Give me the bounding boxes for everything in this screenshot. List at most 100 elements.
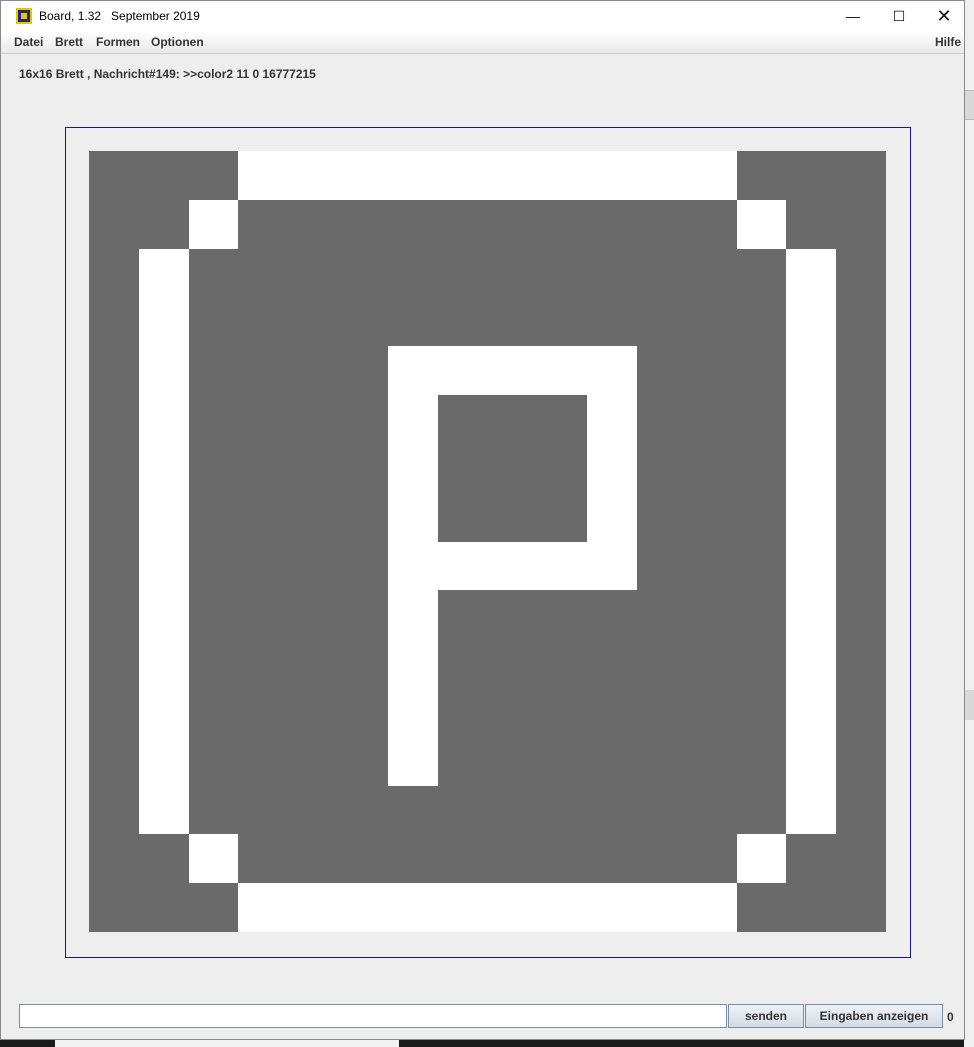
board-cell[interactable]	[587, 834, 637, 884]
board-cell[interactable]	[437, 297, 488, 347]
board-cell[interactable]	[636, 590, 687, 640]
board-cell[interactable]	[338, 883, 388, 932]
board-cell[interactable]	[836, 248, 886, 298]
board-cell[interactable]	[587, 883, 637, 932]
board-cell[interactable]	[188, 492, 239, 542]
board-cell[interactable]	[836, 346, 886, 396]
board-cell[interactable]	[188, 883, 239, 932]
board-cell[interactable]	[89, 346, 139, 396]
board-cell[interactable]	[587, 443, 637, 493]
board-cell[interactable]	[387, 687, 438, 737]
board-cell[interactable]	[836, 199, 886, 249]
board-cell[interactable]	[387, 883, 438, 932]
board-cell[interactable]	[188, 541, 239, 591]
board-cell[interactable]	[89, 443, 139, 493]
board-cell[interactable]	[138, 785, 189, 835]
board-cell[interactable]	[836, 785, 886, 835]
board-cell[interactable]	[836, 590, 886, 640]
board-cell[interactable]	[288, 199, 339, 249]
board-cell[interactable]	[238, 492, 289, 542]
board-cell[interactable]	[736, 639, 787, 688]
board-cell[interactable]	[836, 639, 886, 688]
board-cell[interactable]	[836, 834, 886, 884]
board-cell[interactable]	[487, 151, 538, 200]
board-cell[interactable]	[487, 834, 538, 884]
board-cell[interactable]	[238, 687, 289, 737]
board-cell[interactable]	[686, 248, 737, 298]
board-cell[interactable]	[338, 297, 388, 347]
board-cell[interactable]	[238, 736, 289, 786]
board-cell[interactable]	[786, 297, 837, 347]
board-cell[interactable]	[188, 151, 239, 200]
board-cell[interactable]	[138, 883, 189, 932]
board-cell[interactable]	[288, 590, 339, 640]
board-cell[interactable]	[138, 687, 189, 737]
board-cell[interactable]	[288, 541, 339, 591]
board-cell[interactable]	[686, 297, 737, 347]
menu-datei[interactable]: Datei	[14, 35, 43, 49]
board-cell[interactable]	[786, 687, 837, 737]
board-cell[interactable]	[387, 199, 438, 249]
board-cell[interactable]	[387, 834, 438, 884]
board-cell[interactable]	[587, 492, 637, 542]
board-cell[interactable]	[736, 785, 787, 835]
board-cell[interactable]	[138, 395, 189, 444]
board-cell[interactable]	[587, 785, 637, 835]
board-cell[interactable]	[636, 883, 687, 932]
board-cell[interactable]	[736, 443, 787, 493]
board-cell[interactable]	[437, 687, 488, 737]
board-cell[interactable]	[836, 541, 886, 591]
board-cell[interactable]	[138, 639, 189, 688]
board-cell[interactable]	[238, 785, 289, 835]
board-cell[interactable]	[387, 639, 438, 688]
board-cell[interactable]	[487, 248, 538, 298]
board-cell[interactable]	[636, 785, 687, 835]
board-cell[interactable]	[138, 151, 189, 200]
board-cell[interactable]	[338, 346, 388, 396]
board-cell[interactable]	[636, 541, 687, 591]
board-cell[interactable]	[537, 736, 588, 786]
board-cell[interactable]	[487, 492, 538, 542]
show-inputs-button[interactable]: Eingaben anzeigen	[805, 1004, 943, 1028]
board-cell[interactable]	[736, 151, 787, 200]
board-cell[interactable]	[487, 297, 538, 347]
board-cell[interactable]	[338, 443, 388, 493]
board-cell[interactable]	[636, 639, 687, 688]
board-cell[interactable]	[288, 297, 339, 347]
board-cell[interactable]	[238, 639, 289, 688]
board-cell[interactable]	[288, 492, 339, 542]
board-cell[interactable]	[387, 492, 438, 542]
board-cell[interactable]	[537, 492, 588, 542]
board-cell[interactable]	[636, 346, 687, 396]
board-cell[interactable]	[686, 639, 737, 688]
board-cell[interactable]	[387, 346, 438, 396]
send-button[interactable]: senden	[728, 1004, 804, 1028]
board-cell[interactable]	[587, 151, 637, 200]
board-cell[interactable]	[238, 443, 289, 493]
board-cell[interactable]	[537, 687, 588, 737]
board-cell[interactable]	[786, 639, 837, 688]
board-cell[interactable]	[138, 834, 189, 884]
board-cell[interactable]	[89, 492, 139, 542]
board-cell[interactable]	[387, 443, 438, 493]
board-cell[interactable]	[437, 590, 488, 640]
board-cell[interactable]	[537, 199, 588, 249]
board-cell[interactable]	[836, 687, 886, 737]
board-cell[interactable]	[786, 883, 837, 932]
board-cell[interactable]	[238, 151, 289, 200]
command-input[interactable]	[19, 1004, 727, 1028]
board-cell[interactable]	[437, 395, 488, 444]
board-cell[interactable]	[587, 541, 637, 591]
board-cell[interactable]	[537, 346, 588, 396]
board-cell[interactable]	[736, 492, 787, 542]
board-cell[interactable]	[387, 541, 438, 591]
board-cell[interactable]	[686, 492, 737, 542]
board-cell[interactable]	[836, 151, 886, 200]
board-cell[interactable]	[736, 541, 787, 591]
board-cell[interactable]	[487, 736, 538, 786]
board-cell[interactable]	[338, 151, 388, 200]
board-cell[interactable]	[188, 687, 239, 737]
board-cell[interactable]	[786, 248, 837, 298]
board-cell[interactable]	[338, 248, 388, 298]
board-cell[interactable]	[188, 590, 239, 640]
